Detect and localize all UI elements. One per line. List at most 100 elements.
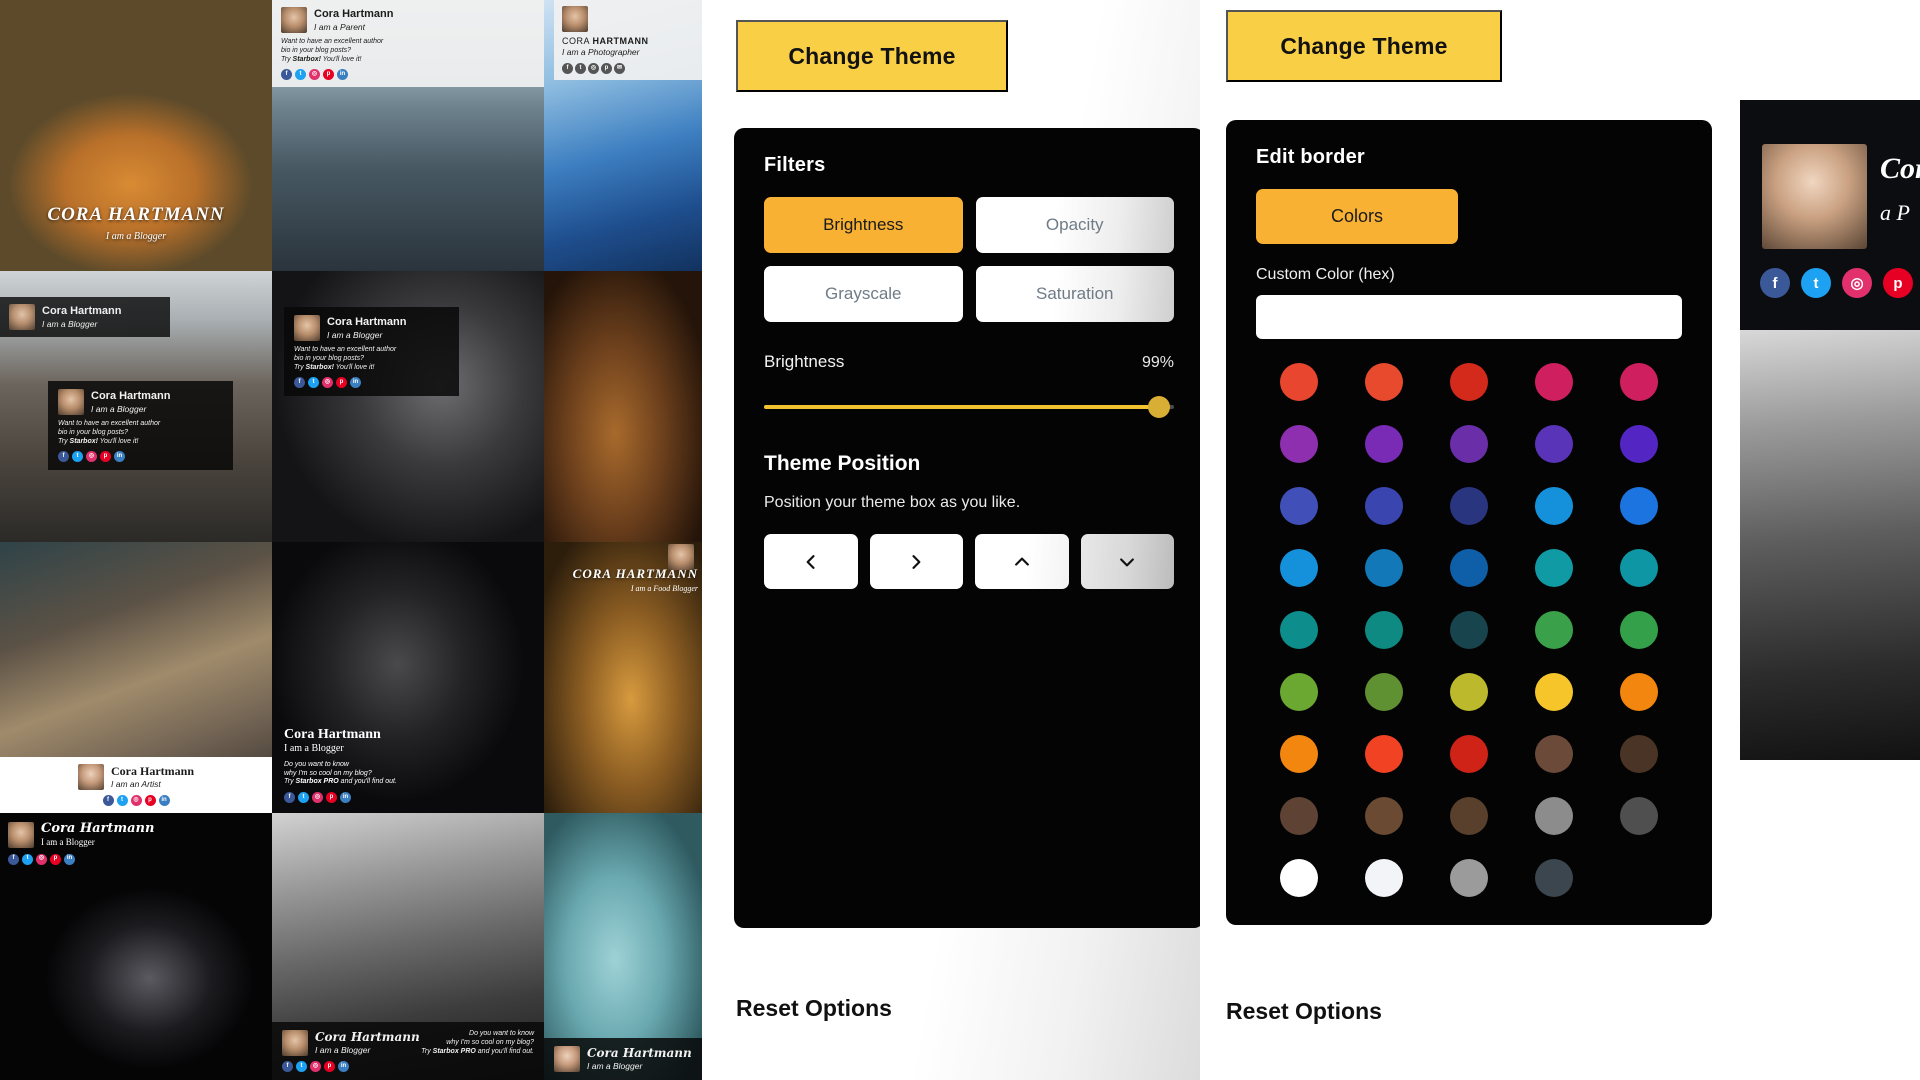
linkedin-icon[interactable]: in	[350, 377, 361, 389]
social-links[interactable]: f t ◎ p in	[9, 795, 263, 806]
facebook-icon[interactable]: f	[562, 62, 573, 74]
color-swatch[interactable]	[1279, 859, 1318, 897]
twitter-icon[interactable]: t	[295, 69, 306, 81]
social-links[interactable]: f t ◎ p in	[8, 853, 208, 865]
custom-color-input[interactable]	[1256, 295, 1682, 339]
facebook-icon[interactable]: f	[294, 377, 305, 389]
twitter-icon[interactable]: t	[575, 62, 586, 74]
color-swatch[interactable]	[1279, 797, 1318, 835]
change-theme-button-right[interactable]: Change Theme	[1226, 10, 1502, 82]
color-swatch[interactable]	[1364, 611, 1403, 649]
linkedin-icon[interactable]: in	[114, 451, 125, 463]
color-swatch[interactable]	[1279, 549, 1318, 587]
linkedin-icon[interactable]: in	[158, 795, 170, 806]
color-swatch[interactable]	[1620, 363, 1659, 401]
filter-button-grayscale[interactable]: Grayscale	[764, 266, 963, 322]
position-left-button[interactable]	[764, 534, 858, 589]
color-swatch[interactable]	[1535, 425, 1574, 463]
color-swatch[interactable]	[1449, 673, 1488, 711]
linkedin-icon[interactable]: in	[64, 853, 75, 865]
twitter-icon[interactable]: t	[1801, 268, 1831, 298]
instagram-icon[interactable]: ◎	[130, 795, 142, 806]
pinterest-icon[interactable]: p	[601, 62, 612, 74]
pinterest-icon[interactable]: p	[324, 1061, 335, 1072]
gallery-item[interactable]: CORA HARTMANN I am a Blogger	[0, 0, 272, 271]
filter-button-opacity[interactable]: Opacity	[975, 197, 1174, 253]
social-links[interactable]: f t ◎ p	[1760, 268, 1913, 298]
slider-knob[interactable]	[1147, 396, 1170, 418]
social-links[interactable]: f t ◎ p ✉	[562, 62, 694, 74]
gallery-item[interactable]: Cora Hartmann I am a Blogger	[544, 813, 702, 1080]
color-swatch[interactable]	[1364, 735, 1403, 773]
reset-options-right[interactable]: Reset Options	[1226, 998, 1382, 1025]
color-swatch[interactable]	[1279, 363, 1318, 401]
color-swatch[interactable]	[1449, 611, 1488, 649]
color-swatch[interactable]	[1535, 363, 1574, 401]
color-swatch[interactable]	[1620, 611, 1659, 649]
color-swatch[interactable]	[1364, 425, 1403, 463]
color-swatch[interactable]	[1535, 673, 1574, 711]
position-right-button[interactable]	[869, 534, 963, 589]
gallery-item[interactable]: CORA HARTMANN I am a Food Blogger	[544, 542, 702, 813]
instagram-icon[interactable]: ◎	[310, 1061, 321, 1072]
facebook-icon[interactable]: f	[281, 69, 292, 81]
color-swatch[interactable]	[1449, 487, 1488, 525]
change-theme-button-middle[interactable]: Change Theme	[736, 20, 1008, 92]
social-links[interactable]: f t ◎ p in	[282, 1061, 420, 1072]
linkedin-icon[interactable]: in	[340, 792, 351, 803]
color-swatch[interactable]	[1535, 735, 1574, 773]
color-swatch[interactable]	[1620, 673, 1659, 711]
pinterest-icon[interactable]: p	[144, 795, 156, 806]
position-up-button[interactable]	[975, 534, 1069, 589]
twitter-icon[interactable]: t	[116, 795, 128, 806]
color-swatch[interactable]	[1449, 425, 1488, 463]
color-swatch[interactable]	[1449, 735, 1488, 773]
linkedin-icon[interactable]: in	[338, 1061, 349, 1072]
color-swatch[interactable]	[1449, 549, 1488, 587]
social-links[interactable]: f t ◎ p in	[294, 377, 449, 389]
twitter-icon[interactable]: t	[296, 1061, 307, 1072]
position-down-button[interactable]	[1080, 534, 1174, 589]
pinterest-icon[interactable]: p	[336, 377, 347, 389]
color-swatch[interactable]	[1364, 363, 1403, 401]
brightness-slider[interactable]	[764, 394, 1174, 420]
gallery-item[interactable]: Cora Hartmann I am a Blogger f t ◎ p in	[0, 813, 272, 1080]
facebook-icon[interactable]: f	[1760, 268, 1790, 298]
pinterest-icon[interactable]: p	[323, 69, 334, 81]
facebook-icon[interactable]: f	[102, 795, 114, 806]
color-swatch[interactable]	[1449, 859, 1488, 897]
color-swatch[interactable]	[1535, 797, 1574, 835]
linkedin-icon[interactable]: in	[337, 69, 348, 81]
filter-button-brightness[interactable]: Brightness	[764, 197, 963, 253]
gallery-item[interactable]: Cora Hartmann I am a Parent Want to have…	[272, 0, 544, 271]
facebook-icon[interactable]: f	[58, 451, 69, 463]
pinterest-icon[interactable]: p	[326, 792, 337, 803]
color-swatch[interactable]	[1364, 487, 1403, 525]
facebook-icon[interactable]: f	[8, 853, 19, 865]
color-swatch[interactable]	[1279, 487, 1318, 525]
color-swatch[interactable]	[1279, 673, 1318, 711]
color-swatch[interactable]	[1620, 735, 1659, 773]
color-swatch[interactable]	[1620, 487, 1659, 525]
color-swatch[interactable]	[1535, 549, 1574, 587]
gallery-item[interactable]	[544, 271, 702, 542]
twitter-icon[interactable]: t	[22, 853, 33, 865]
instagram-icon[interactable]: ◎	[588, 62, 599, 74]
color-swatch[interactable]	[1535, 487, 1574, 525]
color-swatch[interactable]	[1449, 797, 1488, 835]
mail-icon[interactable]: ✉	[614, 62, 625, 74]
instagram-icon[interactable]: ◎	[36, 853, 47, 865]
twitter-icon[interactable]: t	[72, 451, 83, 463]
color-swatch[interactable]	[1364, 797, 1403, 835]
color-swatch[interactable]	[1364, 549, 1403, 587]
instagram-icon[interactable]: ◎	[309, 69, 320, 81]
social-links[interactable]: f t ◎ p in	[284, 792, 474, 803]
reset-options-middle[interactable]: Reset Options	[736, 995, 892, 1022]
pinterest-icon[interactable]: p	[1883, 268, 1913, 298]
instagram-icon[interactable]: ◎	[86, 451, 97, 463]
gallery-item[interactable]: Cora Hartmann I am an Artist f t ◎ p in	[0, 542, 272, 813]
gallery-item[interactable]: Cora Hartmann I am a Blogger Want to hav…	[272, 271, 544, 542]
instagram-icon[interactable]: ◎	[322, 377, 333, 389]
twitter-icon[interactable]: t	[308, 377, 319, 389]
social-links[interactable]: f t ◎ p in	[58, 451, 223, 463]
